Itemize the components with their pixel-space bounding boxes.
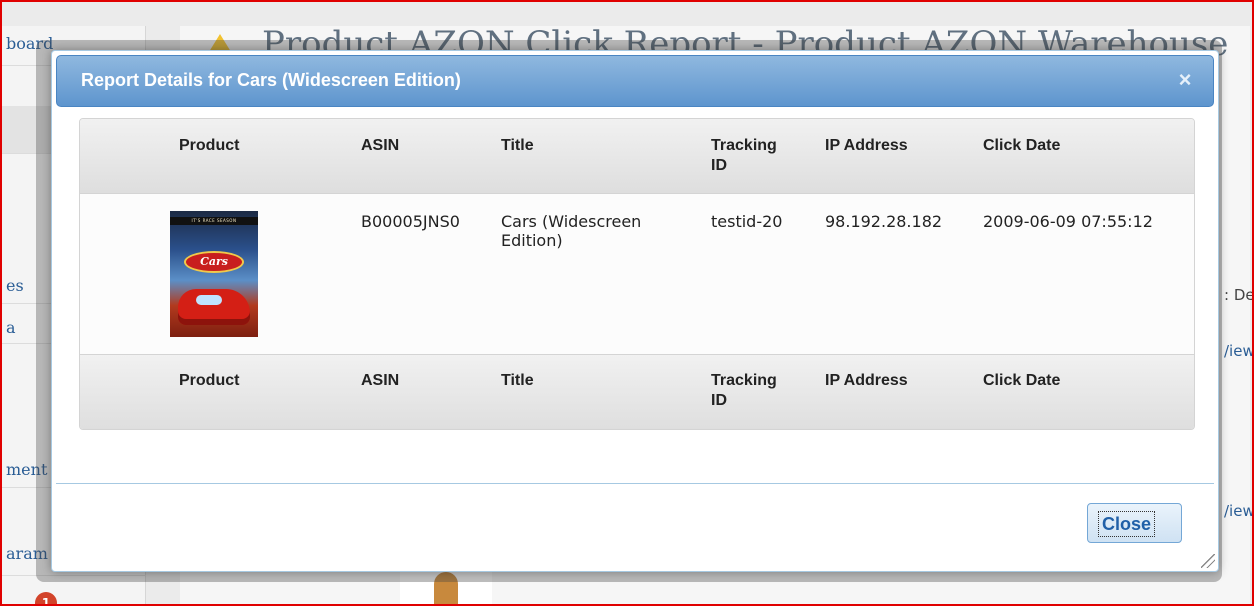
column-header-click-date: Click Date bbox=[983, 137, 1061, 154]
cell-click-date: 2009-06-09 07:55:12 bbox=[983, 212, 1153, 231]
cell-asin: B00005JNS0 bbox=[361, 212, 460, 231]
sidebar-item-options[interactable]: ns bbox=[2, 586, 146, 604]
cell-ip-address: 98.192.28.182 bbox=[825, 212, 943, 231]
cell-title: Cars (Widescreen Edition) bbox=[501, 212, 642, 250]
background-view-link[interactable]: /iew bbox=[1224, 342, 1252, 360]
background-view-link[interactable]: /iew bbox=[1224, 502, 1252, 520]
dialog-titlebar[interactable]: Report Details for Cars (Widescreen Edit… bbox=[56, 55, 1214, 107]
column-header-asin: ASIN bbox=[361, 137, 400, 154]
close-button-label: Close bbox=[1098, 511, 1156, 537]
table-footer: Product ASIN Title Tracking ID IP Addres… bbox=[80, 354, 1194, 429]
dialog-button-pane-divider bbox=[56, 483, 1214, 484]
background-column-header: : De bbox=[1224, 286, 1254, 304]
footer-header-asin: ASIN bbox=[361, 372, 400, 389]
footer-header-ip-address: IP Address bbox=[825, 372, 908, 389]
footer-header-click-date: Click Date bbox=[983, 372, 1061, 389]
footer-header-tracking-id: Tracking ID bbox=[711, 372, 777, 409]
column-header-title: Title bbox=[501, 137, 534, 154]
cover-band-text: IT'S RACE SEASON bbox=[170, 217, 258, 225]
report-details-dialog: Report Details for Cars (Widescreen Edit… bbox=[51, 50, 1219, 572]
table-header: Product ASIN Title Tracking ID IP Addres… bbox=[80, 119, 1194, 194]
column-header-tracking-id: Tracking ID bbox=[711, 137, 777, 174]
close-icon[interactable]: × bbox=[1173, 68, 1197, 92]
close-button[interactable]: Close bbox=[1087, 503, 1182, 543]
cover-logo: Cars bbox=[184, 251, 244, 273]
report-table: Product ASIN Title Tracking ID IP Addres… bbox=[79, 118, 1195, 430]
column-header-ip-address: IP Address bbox=[825, 137, 908, 154]
footer-header-product: Product bbox=[179, 372, 240, 389]
screenshot-frame: Product AZON Click Report - Product AZON… bbox=[0, 0, 1254, 606]
cell-tracking-id: testid-20 bbox=[711, 212, 783, 231]
dialog-title: Report Details for Cars (Widescreen Edit… bbox=[81, 70, 461, 90]
resize-handle[interactable] bbox=[1201, 554, 1215, 568]
footer-header-title: Title bbox=[501, 372, 534, 389]
product-cover-image: IT'S RACE SEASON Cars bbox=[170, 211, 258, 337]
cover-car-illustration bbox=[178, 289, 250, 325]
column-header-product: Product bbox=[179, 137, 240, 154]
table-row: IT'S RACE SEASON Cars B00005JNS0 Cars (W… bbox=[80, 194, 1194, 354]
